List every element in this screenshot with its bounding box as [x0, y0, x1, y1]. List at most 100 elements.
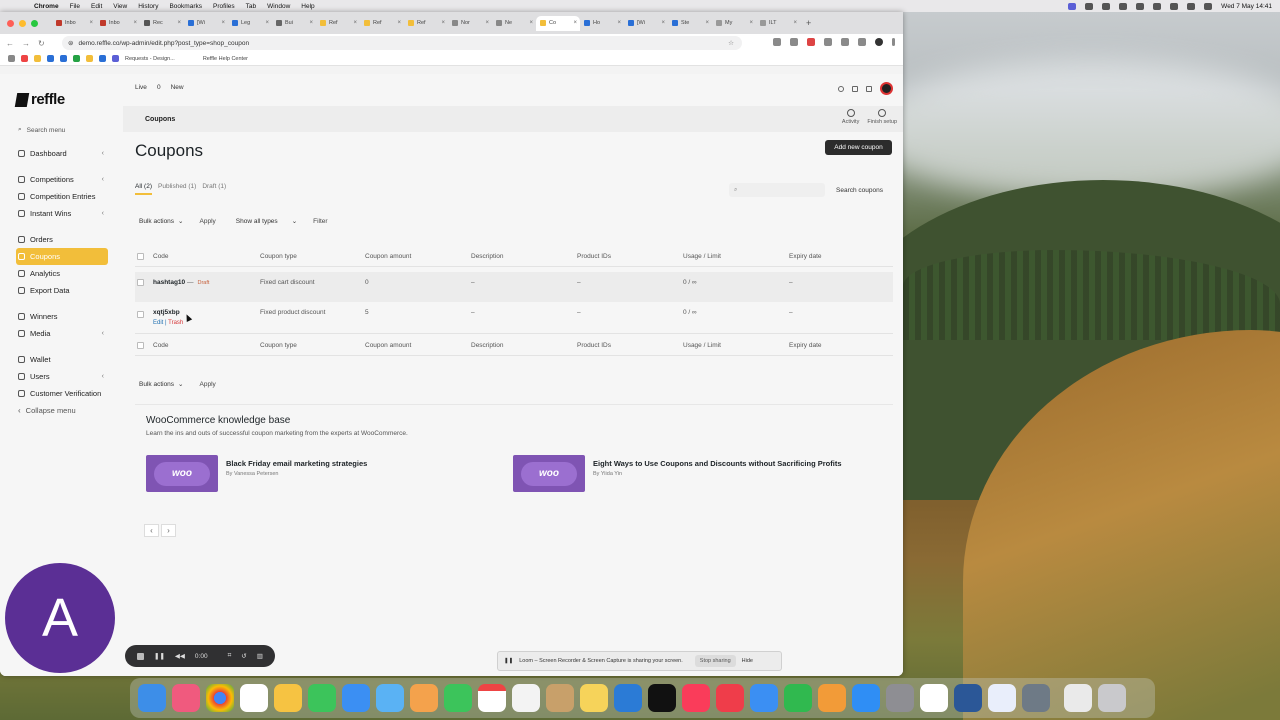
- sidebar-item-export-data[interactable]: Export Data: [16, 282, 108, 299]
- coupon-code-link[interactable]: xqtj5xbp: [153, 309, 180, 316]
- status-icon[interactable]: [1136, 2, 1145, 10]
- hide-button[interactable]: Hide: [742, 658, 753, 664]
- bookmark-icon[interactable]: [86, 55, 93, 62]
- extensions-puzzle-icon[interactable]: [841, 38, 849, 46]
- menubar-clock[interactable]: Wed 7 May 14:41: [1221, 3, 1272, 10]
- search-icon[interactable]: [838, 85, 844, 92]
- filter-published[interactable]: Published (1): [158, 183, 196, 195]
- close-tab-icon[interactable]: ×: [309, 20, 313, 26]
- search-menu[interactable]: ⌕ Search menu: [18, 126, 65, 134]
- browser-tab[interactable]: Ref ×: [316, 16, 360, 31]
- menu-bookmarks[interactable]: Bookmarks: [169, 3, 202, 10]
- menu-tab[interactable]: Tab: [246, 3, 256, 10]
- contacts-icon[interactable]: [546, 684, 574, 712]
- avatar[interactable]: [880, 82, 893, 95]
- stop-sharing-button[interactable]: Stop sharing: [694, 655, 736, 667]
- screen-share-icon[interactable]: [1068, 2, 1077, 10]
- sidebar-item-media[interactable]: Media ‹: [16, 325, 108, 342]
- sidebar-item-competitions[interactable]: Competitions ‹: [16, 171, 108, 188]
- browser-tab[interactable]: Nor ×: [448, 16, 492, 31]
- wifi-icon[interactable]: [1170, 2, 1179, 10]
- browser-tab[interactable]: Rec ×: [140, 16, 184, 31]
- extension-icon[interactable]: [773, 38, 781, 46]
- pages-icon[interactable]: [818, 684, 846, 712]
- url-text[interactable]: demo.reffle.co/wp-admin/edit.php?post_ty…: [78, 40, 249, 47]
- keynote-icon[interactable]: [750, 684, 778, 712]
- sidebar-item-orders[interactable]: Orders: [16, 231, 108, 248]
- onepassword-icon[interactable]: [988, 684, 1016, 712]
- menu-help[interactable]: Help: [301, 3, 314, 10]
- select-all-checkbox[interactable]: [137, 253, 144, 260]
- sidebar-item-competition-entries[interactable]: Competition Entries: [16, 188, 108, 205]
- apple-tv-icon[interactable]: [648, 684, 676, 712]
- new-link[interactable]: New: [171, 84, 184, 91]
- search-icon[interactable]: [1187, 2, 1196, 10]
- home-icon[interactable]: [866, 85, 872, 92]
- facetime-icon[interactable]: [444, 684, 472, 712]
- forward-icon[interactable]: →: [22, 39, 30, 48]
- woo-thumbnail[interactable]: woo: [146, 455, 218, 492]
- browser-tab[interactable]: My ×: [712, 16, 756, 31]
- restart-icon[interactable]: ↺: [241, 652, 246, 660]
- rewind-icon[interactable]: ◀◀: [175, 652, 185, 660]
- system-settings-icon[interactable]: [886, 684, 914, 712]
- bookmark-icon[interactable]: [73, 55, 80, 62]
- collapse-menu-button[interactable]: ‹ Collapse menu: [16, 402, 108, 419]
- calendar-icon[interactable]: [478, 684, 506, 712]
- new-tab-button[interactable]: +: [806, 18, 811, 28]
- site-info-icon[interactable]: ⊜: [68, 39, 73, 47]
- downloads-stack-icon[interactable]: [1064, 684, 1092, 712]
- browser-tab[interactable]: ILT ×: [756, 16, 800, 31]
- search-coupons-button[interactable]: Search coupons: [833, 183, 886, 197]
- bookmark-icon[interactable]: [60, 55, 67, 62]
- column-header[interactable]: Code: [153, 253, 169, 260]
- apps-icon[interactable]: [8, 55, 15, 62]
- menu-file[interactable]: File: [70, 3, 80, 10]
- reload-icon[interactable]: ↻: [38, 39, 45, 48]
- finder-icon[interactable]: [138, 684, 166, 712]
- reminders-icon[interactable]: [512, 684, 540, 712]
- close-tab-icon[interactable]: ×: [397, 20, 401, 26]
- close-tab-icon[interactable]: ×: [617, 20, 621, 26]
- add-new-coupon-button[interactable]: Add new coupon: [825, 140, 892, 155]
- bookmark-icon[interactable]: [21, 55, 28, 62]
- article-card[interactable]: woo Eight Ways to Use Coupons and Discou…: [513, 455, 842, 492]
- browser-tab[interactable]: Leg ×: [228, 16, 272, 31]
- coupon-type-select[interactable]: Show all types ⌄: [232, 214, 301, 228]
- reffle-logo[interactable]: reffle: [14, 91, 65, 108]
- close-tab-icon[interactable]: ×: [265, 20, 269, 26]
- profile-icon[interactable]: [875, 38, 883, 46]
- draw-icon[interactable]: ⌗: [228, 652, 232, 660]
- notification-count[interactable]: 0: [157, 84, 161, 91]
- numbers-icon[interactable]: [784, 684, 812, 712]
- bulk-actions-select[interactable]: Bulk actions ⌄: [135, 377, 188, 391]
- back-icon[interactable]: ←: [6, 39, 14, 48]
- extension-icon[interactable]: [807, 38, 815, 46]
- browser-tab[interactable]: [Wi ×: [184, 16, 228, 31]
- filter-button[interactable]: Filter: [309, 214, 331, 228]
- news-icon[interactable]: [716, 684, 744, 712]
- chrome-icon[interactable]: [206, 684, 234, 712]
- freeform-icon[interactable]: [614, 684, 642, 712]
- trash-link[interactable]: Trash: [168, 320, 183, 326]
- table-row[interactable]: hashtag10 — Draft Fixed cart discount 0 –…: [135, 272, 893, 302]
- filter-all[interactable]: All (2): [135, 183, 152, 195]
- close-tab-icon[interactable]: ×: [441, 20, 445, 26]
- close-tab-icon[interactable]: ×: [573, 20, 577, 26]
- row-checkbox[interactable]: [137, 311, 144, 318]
- browser-tab-active[interactable]: Co ×: [536, 15, 580, 31]
- sidebar-item-analytics[interactable]: Analytics: [16, 265, 108, 282]
- apply-button[interactable]: Apply: [196, 214, 220, 228]
- browser-tab[interactable]: Ste ×: [668, 16, 712, 31]
- close-tab-icon[interactable]: ×: [89, 20, 93, 26]
- browser-tab[interactable]: Bui ×: [272, 16, 316, 31]
- article-title[interactable]: Black Friday email marketing strategies: [226, 459, 367, 468]
- woo-thumbnail[interactable]: woo: [513, 455, 585, 492]
- close-tab-icon[interactable]: ×: [749, 20, 753, 26]
- stop-recording-icon[interactable]: [137, 652, 144, 660]
- bookmark-icon[interactable]: [47, 55, 54, 62]
- launchpad-icon[interactable]: [172, 684, 200, 712]
- article-title[interactable]: Eight Ways to Use Coupons and Discounts …: [593, 459, 842, 468]
- live-link[interactable]: Live: [135, 84, 147, 91]
- menu-app-name[interactable]: Chrome: [34, 3, 59, 10]
